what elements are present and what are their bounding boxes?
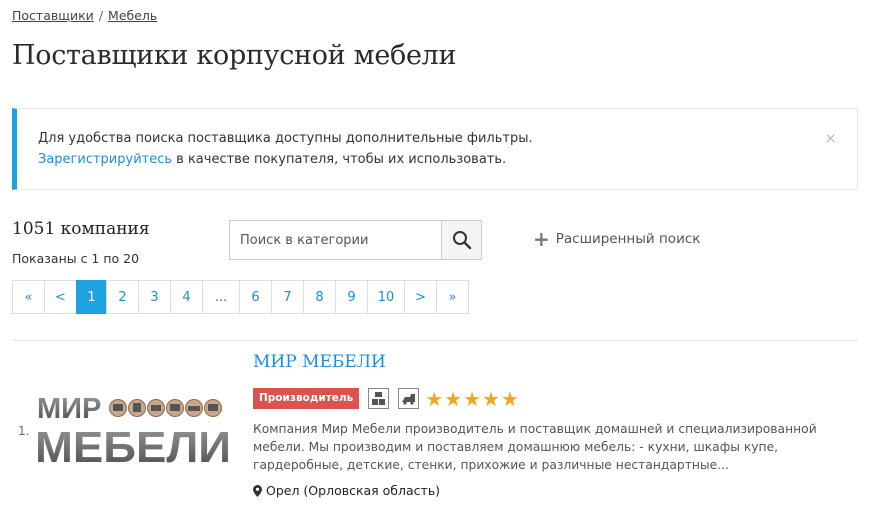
pagination: «<1 2 3 4... 6 7 8 9 10 >»	[12, 280, 469, 314]
page-title: Поставщики корпусной мебели	[12, 40, 457, 71]
breadcrumb-furniture-link[interactable]: Мебель	[108, 8, 157, 23]
page-link[interactable]: 7	[271, 280, 304, 314]
truck-icon	[398, 388, 420, 409]
notice-text-rest: в качестве покупателя, чтобы их использо…	[172, 152, 507, 167]
page-link[interactable]: «	[12, 280, 45, 314]
location-pin-icon	[253, 484, 262, 497]
star-icon: ★	[463, 386, 482, 411]
category-search	[229, 220, 482, 260]
company-name-link[interactable]: МИР МЕБЕЛИ	[253, 352, 386, 372]
page-link[interactable]: 4	[170, 280, 203, 314]
shown-range: Показаны с 1 по 20	[12, 251, 140, 266]
page-link[interactable]: 3	[138, 280, 171, 314]
logo-text-top: МИР	[37, 393, 101, 425]
page-link[interactable]: 2	[106, 280, 139, 314]
star-icon: ★	[425, 386, 444, 411]
star-icon: ★	[500, 386, 519, 411]
divider	[12, 340, 858, 341]
location-text: Орел (Орловская область)	[266, 483, 441, 498]
company-location: Орел (Орловская область)	[253, 483, 440, 498]
close-icon[interactable]: ×	[824, 129, 837, 147]
rating-stars: ★ ★ ★ ★ ★	[425, 389, 520, 409]
search-input[interactable]	[230, 221, 442, 259]
page-link[interactable]: >	[404, 280, 437, 314]
advanced-search-link[interactable]: + Расширенный поиск	[533, 227, 701, 251]
page-link[interactable]: 9	[335, 280, 368, 314]
page-link[interactable]: 10	[367, 280, 405, 314]
search-icon	[452, 231, 471, 250]
page-link[interactable]: 8	[303, 280, 336, 314]
notice-text: Для удобства поиска поставщика доступны …	[38, 131, 533, 146]
breadcrumb-suppliers-link[interactable]: Поставщики	[12, 8, 94, 23]
warehouse-icon	[368, 388, 390, 409]
star-icon: ★	[482, 386, 500, 411]
logo-furniture-icons	[109, 399, 222, 417]
plus-icon: +	[533, 227, 550, 251]
filters-notice: Для удобства поиска поставщика доступны …	[12, 108, 858, 190]
page-link[interactable]: ...	[202, 280, 240, 314]
manufacturer-badge: Производитель	[253, 388, 360, 409]
notice-register-line: Зарегистрируйтесь в качестве покупателя,…	[38, 152, 506, 167]
breadcrumb: Поставщики / Мебель	[12, 8, 157, 23]
company-count: 1051 компания	[12, 219, 150, 239]
listing-number: 1.	[18, 424, 30, 438]
company-logo[interactable]: МИР МЕБЕЛИ	[32, 388, 237, 472]
logo-text-bottom: МЕБЕЛИ	[35, 423, 231, 468]
page-link[interactable]: 1	[76, 280, 107, 314]
company-description: Компания Мир Мебели производитель и пост…	[253, 422, 817, 472]
advanced-search-label: Расширенный поиск	[555, 231, 701, 247]
star-icon: ★	[444, 386, 463, 411]
register-link[interactable]: Зарегистрируйтесь	[38, 152, 172, 167]
page-link[interactable]: »	[436, 280, 469, 314]
breadcrumb-separator: /	[98, 8, 104, 23]
page-link[interactable]: 6	[239, 280, 272, 314]
company-badges: Производитель ★ ★ ★ ★ ★	[253, 388, 520, 409]
page-link[interactable]: <	[44, 280, 77, 314]
search-button[interactable]	[441, 221, 481, 259]
